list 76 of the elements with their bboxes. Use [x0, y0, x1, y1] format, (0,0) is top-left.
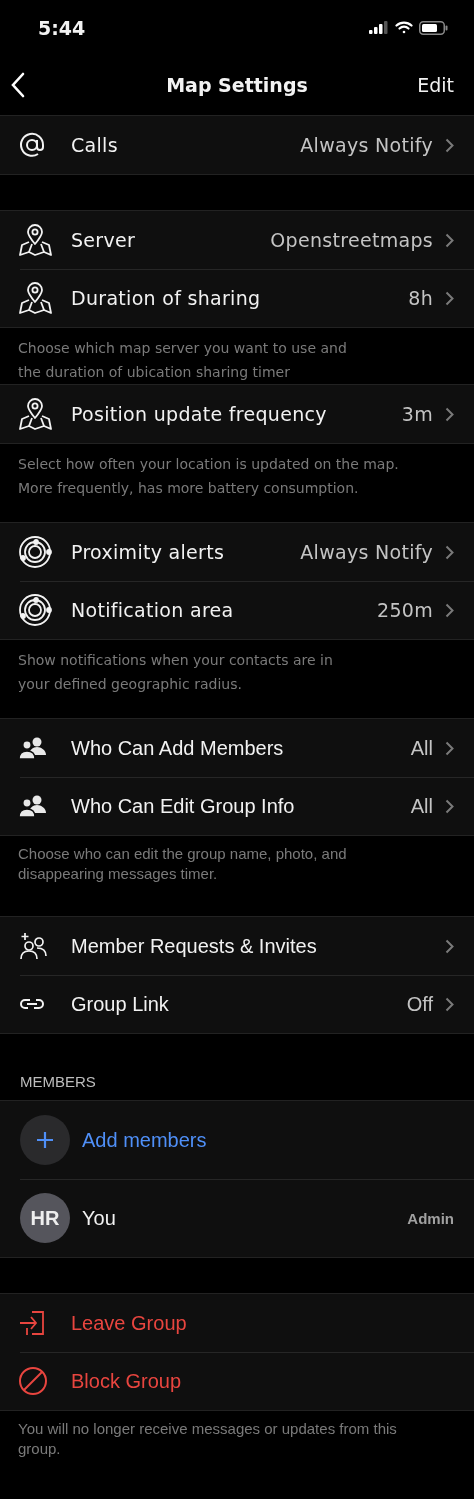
row-label: Group Link	[71, 992, 170, 1016]
avatar: HR	[20, 1193, 70, 1243]
row-value: 250m	[377, 599, 433, 621]
map-pin-icon	[18, 223, 52, 257]
settings-row[interactable]: Who Can Edit Group Info All	[0, 777, 474, 835]
chevron-icon	[445, 232, 454, 248]
chevron-icon	[445, 602, 454, 618]
danger-row[interactable]: Block Group	[0, 1352, 474, 1410]
row-label: Leave Group	[71, 1311, 188, 1335]
member-row[interactable]: HR You Admin	[0, 1179, 474, 1257]
row-label: Notification area	[71, 599, 235, 621]
danger-row[interactable]: Leave Group	[0, 1294, 474, 1352]
screen-title: Map Settings	[166, 74, 308, 96]
section-footnote: Choose who can edit the group name, photo, and disappearing messages timer.	[17, 844, 348, 884]
add-members-row[interactable]: Add members	[0, 1101, 474, 1179]
block-icon	[18, 1366, 48, 1396]
settings-row[interactable]: Server Openstreetmaps	[0, 211, 474, 269]
leave-icon	[18, 1309, 46, 1337]
people-icon	[18, 736, 48, 760]
member-role: Admin	[407, 1209, 454, 1227]
row-value: Off	[406, 992, 433, 1016]
row-value: Always Notify	[300, 541, 433, 563]
battery-icon	[419, 20, 448, 35]
chevron-icon	[445, 798, 454, 814]
settings-row[interactable]: Position update frequency 3m	[0, 385, 474, 443]
row-label: Position update frequency	[71, 403, 328, 425]
settings-row[interactable]: Calls Always Notify	[0, 116, 474, 174]
back-icon	[10, 72, 26, 98]
section-footnote: Choose which map server you want to use and the duration of ubication sharing timer	[17, 339, 348, 382]
row-label: Member Requests & Invites	[71, 934, 318, 958]
radar-icon	[18, 593, 52, 627]
row-value: Always Notify	[300, 134, 433, 156]
row-value: 3m	[401, 403, 433, 425]
chevron-icon	[445, 996, 454, 1012]
member-name: You	[82, 1206, 117, 1230]
status-time: 5:44	[38, 16, 86, 39]
row-value: All	[410, 736, 433, 760]
settings-row[interactable]: Notification area 250m	[0, 581, 474, 639]
add-members-link: Add members	[82, 1128, 207, 1152]
settings-row[interactable]: Duration of sharing 8h	[0, 269, 474, 327]
members-header: MEMBERS	[19, 1072, 97, 1092]
row-label: Who Can Add Members	[71, 736, 285, 760]
row-label: Server	[71, 229, 137, 251]
radar-icon	[18, 535, 52, 569]
row-value: All	[410, 794, 433, 818]
map-pin-icon	[18, 397, 52, 431]
row-label: Proximity alerts	[71, 541, 226, 563]
settings-row[interactable]: Proximity alerts Always Notify	[0, 523, 474, 581]
row-value: 8h	[408, 287, 433, 309]
section-footnote: Show notifications when your contacts are in your defined geographic radius.	[17, 651, 334, 694]
chevron-icon	[445, 544, 454, 560]
row-value: Openstreetmaps	[270, 229, 433, 251]
map-pin-icon	[18, 281, 52, 315]
add-person-icon	[18, 931, 48, 961]
settings-row[interactable]: Who Can Add Members All	[0, 719, 474, 777]
row-label: Duration of sharing	[71, 287, 262, 309]
people-icon	[18, 794, 48, 818]
settings-row[interactable]: Group Link Off	[0, 975, 474, 1033]
link-icon	[18, 996, 46, 1012]
back-button[interactable]	[10, 72, 26, 98]
settings-row[interactable]: Member Requests & Invites	[0, 917, 474, 975]
row-label: Who Can Edit Group Info	[71, 794, 296, 818]
chevron-icon	[445, 740, 454, 756]
chevron-icon	[445, 938, 454, 954]
chevron-icon	[445, 406, 454, 422]
at-icon	[18, 131, 46, 159]
chevron-icon	[445, 137, 454, 153]
row-label: Block Group	[71, 1369, 183, 1393]
signal-icon	[369, 21, 389, 34]
chevron-icon	[445, 290, 454, 306]
section-footnote: Select how often your location is updated on the map. More frequently, has more battery consumption.	[17, 455, 400, 498]
wifi-icon	[395, 21, 413, 34]
plus-icon	[36, 1131, 54, 1149]
section-footnote: You will no longer receive messages or updates from this group.	[17, 1419, 398, 1459]
row-label: Calls	[71, 134, 119, 156]
edit-button[interactable]: Edit	[417, 74, 454, 96]
